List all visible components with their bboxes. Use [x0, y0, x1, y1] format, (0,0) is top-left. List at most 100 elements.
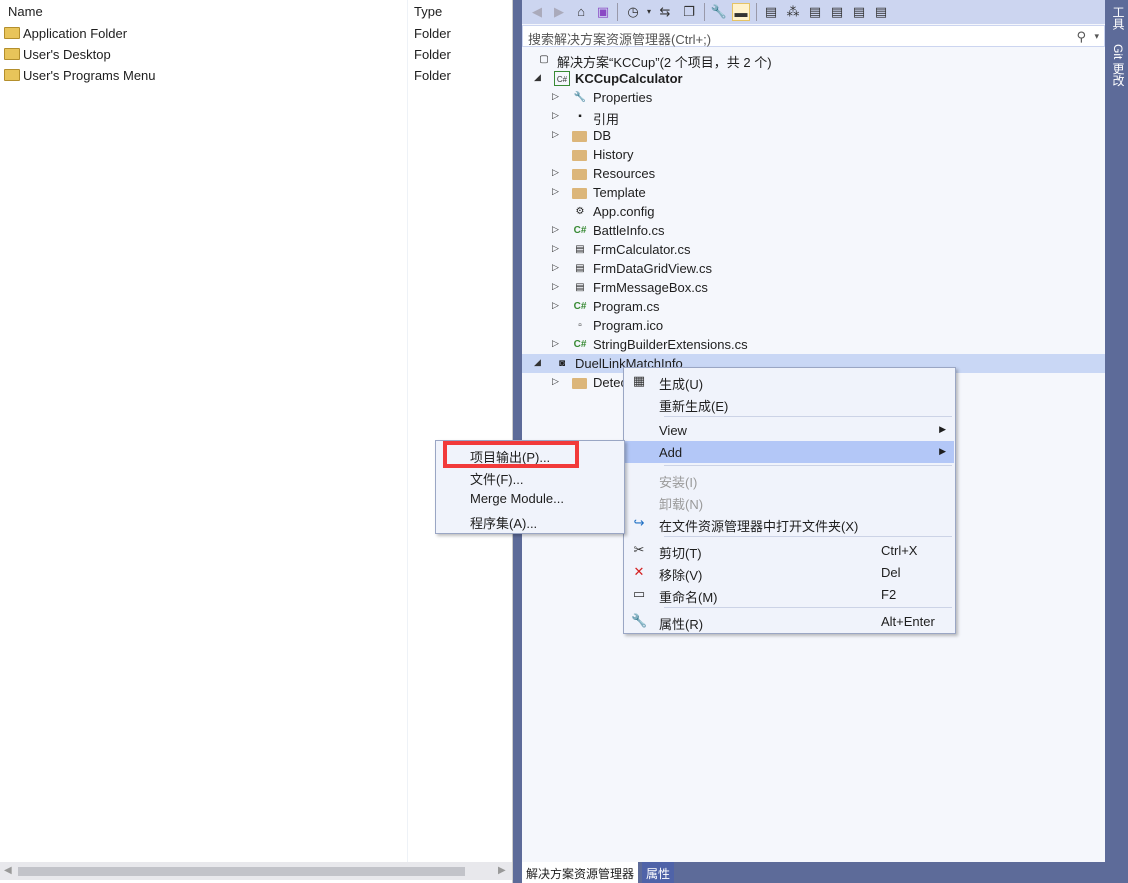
properties-wrench-icon[interactable]: 🔧: [710, 3, 728, 21]
tree-item[interactable]: ◢ C# KCCupCalculator: [522, 69, 1105, 88]
scroll-right-icon[interactable]: ▶: [498, 865, 506, 876]
menu-item-label: 在文件资源管理器中打开文件夹(X): [659, 519, 859, 534]
menu-item[interactable]: View ▶: [625, 419, 954, 441]
tree-item[interactable]: History: [522, 145, 1105, 164]
tab-solution-explorer[interactable]: 解决方案资源管理器: [522, 862, 639, 883]
registry-editor-icon[interactable]: ⁂: [784, 3, 802, 21]
scroll-thumb[interactable]: [18, 867, 465, 876]
tree-item-label: FrmMessageBox.cs: [593, 280, 708, 295]
submenu-item[interactable]: 文件(F)...: [470, 469, 523, 488]
toolbox-tab[interactable]: 工具: [1110, 6, 1127, 30]
forward-icon[interactable]: ▶: [550, 3, 568, 21]
tree-item[interactable]: ▷ DB: [522, 126, 1105, 145]
tree-item[interactable]: ▷ 🔧 Properties: [522, 88, 1105, 107]
expander-icon[interactable]: ▷: [552, 262, 559, 273]
tree-item-label: Properties: [593, 90, 653, 105]
expander-icon[interactable]: ▷: [552, 338, 559, 349]
list-item[interactable]: User's Desktop Folder: [4, 44, 504, 65]
expander-icon[interactable]: ▷: [552, 376, 559, 387]
expander-icon[interactable]: ▷: [552, 224, 559, 235]
expander-icon[interactable]: ◢: [534, 72, 541, 83]
menu-item[interactable]: ✕ 移除(V) Del: [625, 561, 954, 583]
tree-item[interactable]: ▷ C# StringBuilderExtensions.cs: [522, 335, 1105, 354]
submenu-item[interactable]: Merge Module...: [470, 491, 564, 506]
column-type[interactable]: Type: [414, 4, 442, 19]
tree-item-label: FrmCalculator.cs: [593, 242, 691, 257]
expander-icon[interactable]: ▷: [552, 186, 559, 197]
launch-conditions-editor-icon[interactable]: ▤: [872, 3, 890, 21]
expander-icon[interactable]: ▷: [552, 281, 559, 292]
tree-item[interactable]: ▷ C# Program.cs: [522, 297, 1105, 316]
menu-separator: [664, 465, 952, 466]
solution-explorer-toolbar: ◀ ▶ ⌂ ▣ ◷ ▾ ⇆ ❐ 🔧 ▬ ▤ ⁂ ▤ ▤ ▤ ▤: [522, 0, 1105, 24]
expander-icon[interactable]: ▷: [552, 110, 559, 121]
list-item[interactable]: Application Folder Folder: [4, 23, 504, 44]
preview-selected-icon[interactable]: ▬: [732, 3, 750, 21]
tree-item-label: Resources: [593, 166, 656, 181]
user-interface-editor-icon[interactable]: ▤: [828, 3, 846, 21]
tree-item[interactable]: ▷ ▤ FrmDataGridView.cs: [522, 259, 1105, 278]
tree-item[interactable]: ▷ C# BattleInfo.cs: [522, 221, 1105, 240]
menu-item-label: Add: [659, 445, 683, 460]
expander-icon[interactable]: ◢: [534, 357, 541, 368]
bottom-tabs: 解决方案资源管理器 属性: [522, 862, 1105, 883]
scissors-icon: ✂: [633, 542, 645, 557]
item-type: Folder: [414, 68, 451, 83]
csharp-project-icon: C#: [554, 71, 570, 86]
collapse-all-icon[interactable]: ❐: [680, 3, 698, 21]
form-icon: ▤: [575, 263, 585, 274]
git-changes-tab[interactable]: Git 更改: [1110, 44, 1127, 87]
search-options-dropdown-icon[interactable]: ▾: [1094, 31, 1099, 42]
expander-icon[interactable]: ▷: [552, 91, 559, 102]
side-tool-strip: 工具 Git 更改: [1105, 0, 1128, 883]
expander-icon[interactable]: ▷: [552, 129, 559, 140]
menu-item: 安装(I): [625, 468, 954, 490]
menu-item[interactable]: 🔧 属性(R) Alt+Enter: [625, 610, 954, 632]
toolbar-separator: [756, 3, 757, 21]
tree-item[interactable]: ⚙ App.config: [522, 202, 1105, 221]
search-icon[interactable]: ⚲: [1076, 29, 1086, 45]
home-icon[interactable]: ⌂: [572, 3, 590, 21]
horizontal-scrollbar[interactable]: ◀ ▶: [0, 862, 512, 880]
tree-item[interactable]: ▷ ▤ FrmMessageBox.cs: [522, 278, 1105, 297]
column-name[interactable]: Name: [8, 4, 43, 19]
expander-icon[interactable]: ▷: [552, 300, 559, 311]
submenu-item[interactable]: 程序集(A)...: [470, 513, 537, 532]
file-system-editor-icon[interactable]: ▤: [762, 3, 780, 21]
form-icon: ▤: [575, 282, 585, 293]
tree-item-label: FrmDataGridView.cs: [593, 261, 712, 276]
vs-switch-views-icon[interactable]: ▣: [594, 3, 612, 21]
menu-item-label: 生成(U): [659, 377, 704, 392]
setup-project-icon: ◙: [558, 358, 566, 369]
icon-file-icon: ▫: [578, 320, 582, 331]
tree-item[interactable]: ▷ Template: [522, 183, 1105, 202]
expander-icon[interactable]: ▷: [552, 167, 559, 178]
menu-item[interactable]: 重新生成(E): [625, 392, 954, 414]
menu-item[interactable]: ▭ 重命名(M) F2: [625, 583, 954, 605]
sync-icon[interactable]: ⇆: [656, 3, 674, 21]
folder-icon: [572, 169, 587, 180]
menu-item[interactable]: Add ▶: [625, 441, 954, 463]
menu-item[interactable]: ↪ 在文件资源管理器中打开文件夹(X): [625, 512, 954, 534]
file-types-editor-icon[interactable]: ▤: [806, 3, 824, 21]
back-icon[interactable]: ◀: [528, 3, 546, 21]
item-name: User's Programs Menu: [23, 68, 156, 83]
menu-item[interactable]: ✂ 剪切(T) Ctrl+X: [625, 539, 954, 561]
tree-item[interactable]: ▷ ▪ 引用: [522, 107, 1105, 127]
expander-icon[interactable]: ▷: [552, 243, 559, 254]
search-input[interactable]: 搜索解决方案资源管理器(Ctrl+;) ⚲ ▾: [522, 25, 1105, 47]
custom-actions-editor-icon[interactable]: ▤: [850, 3, 868, 21]
tree-item[interactable]: ▫ Program.ico: [522, 316, 1105, 335]
scroll-left-icon[interactable]: ◀: [4, 865, 12, 876]
build-icon: ▦: [632, 373, 646, 388]
tree-item[interactable]: ▷ Resources: [522, 164, 1105, 183]
tab-properties[interactable]: 属性: [642, 862, 675, 883]
menu-item[interactable]: ▦ 生成(U): [625, 370, 954, 392]
folder-icon: [572, 378, 587, 389]
tree-item[interactable]: ▷ ▤ FrmCalculator.cs: [522, 240, 1105, 259]
folder-icon: [4, 69, 20, 81]
list-item[interactable]: User's Programs Menu Folder: [4, 65, 504, 86]
menu-item: 卸载(N): [625, 490, 954, 512]
menu-separator: [664, 416, 952, 417]
tree-item[interactable]: ▢ 解决方案“KCCup”(2 个项目，共 2 个): [522, 50, 1105, 70]
